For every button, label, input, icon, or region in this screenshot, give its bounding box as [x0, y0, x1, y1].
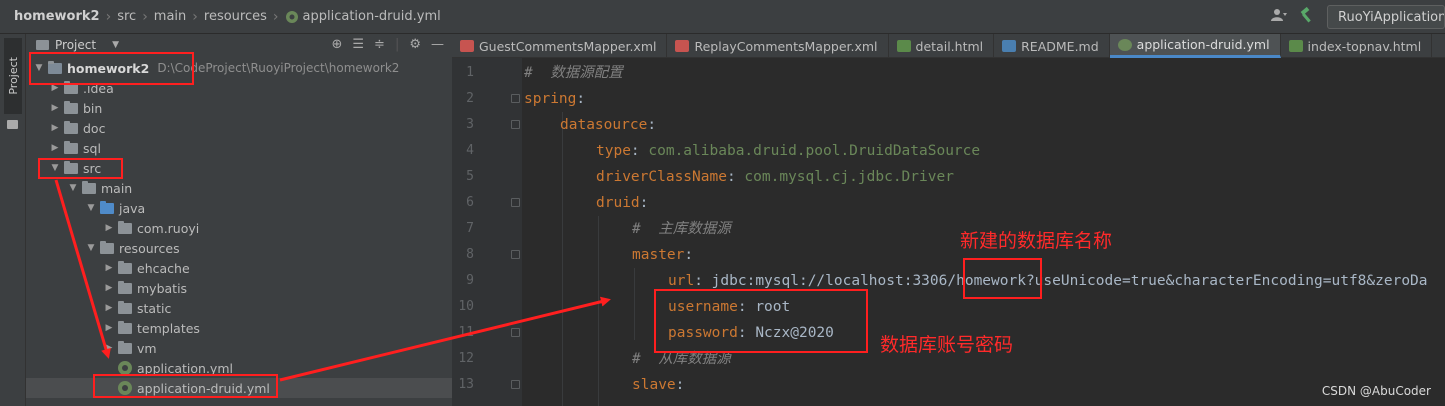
arrow-src-to-file — [54, 179, 111, 359]
annotation-db-name: 新建的数据库名称 — [960, 230, 1113, 252]
annotation-credentials: 数据库账号密码 — [880, 334, 1014, 356]
annotation-arrows — [54, 179, 611, 382]
watermark: CSDN @AbuCoder — [1321, 384, 1431, 398]
arrow-file-to-code — [279, 296, 611, 382]
